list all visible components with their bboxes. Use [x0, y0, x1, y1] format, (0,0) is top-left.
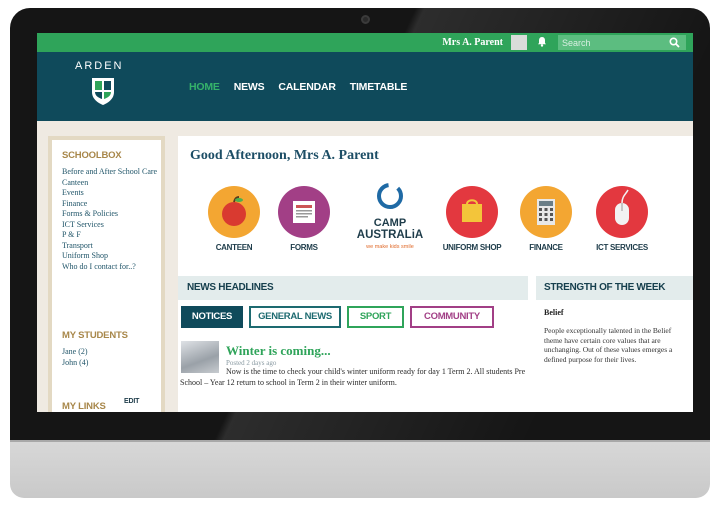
top-bar: Mrs A. Parent [37, 33, 693, 52]
search-icon[interactable] [669, 37, 680, 48]
news-headlines-title: NEWS HEADLINES [187, 282, 274, 293]
apple-icon [208, 186, 260, 238]
sidebar-link-care[interactable]: Before and After School Care [62, 167, 158, 178]
filter-notices[interactable]: NOTICES [181, 306, 243, 328]
nav-timetable[interactable]: TIMETABLE [350, 81, 408, 93]
students-heading: MY STUDENTS [62, 330, 128, 341]
sidebar-link-events[interactable]: Events [62, 188, 158, 199]
greeting-title: Good Afternoon, Mrs A. Parent [190, 148, 379, 163]
main-content: Good Afternoon, Mrs A. Parent CANTEEN FO… [178, 136, 693, 412]
tile-forms[interactable]: FORMS [272, 186, 336, 252]
shopping-bag-icon [446, 186, 498, 238]
strength-title: STRENGTH OF THE WEEK [544, 282, 666, 293]
sidebar-link-contact[interactable]: Who do I contact for..? [62, 262, 158, 273]
svg-text:CAMP: CAMP [374, 217, 406, 229]
monitor-divider [10, 440, 710, 442]
avatar[interactable] [511, 35, 527, 50]
svg-text:AUSTRALiA: AUSTRALiA [357, 229, 423, 241]
main-nav: HOME NEWS CALENDAR TIMETABLE [189, 81, 407, 93]
nav-news[interactable]: NEWS [234, 81, 265, 93]
strength-header: STRENGTH OF THE WEEK [536, 276, 693, 300]
tile-forms-label: FORMS [290, 243, 318, 252]
article-title[interactable]: Winter is coming... [226, 343, 331, 359]
bell-icon[interactable] [536, 36, 548, 49]
nav-calendar[interactable]: CALENDAR [278, 81, 336, 93]
strength-description: People exceptionally talented in the Bel… [544, 326, 673, 364]
tile-canteen[interactable]: CANTEEN [202, 186, 266, 252]
sidebar-link-pf[interactable]: P & F [62, 230, 158, 241]
search-box [558, 35, 686, 50]
tile-camp-australia[interactable]: CAMP AUSTRALiA we make kids smile [350, 182, 430, 259]
tile-canteen-label: CANTEEN [215, 243, 253, 252]
sidebar-link-uniform[interactable]: Uniform Shop [62, 251, 158, 262]
article-body: Now is the time to check your child's wi… [180, 367, 526, 387]
tile-ict-services[interactable]: ICT SERVICES [590, 186, 654, 252]
sidebar-link-finance[interactable]: Finance [62, 199, 158, 210]
user-name[interactable]: Mrs A. Parent [442, 37, 503, 48]
webcam [361, 15, 370, 24]
camp-tagline: we make kids smile [366, 244, 414, 250]
nav-home[interactable]: HOME [189, 81, 220, 93]
student-jane[interactable]: Jane (2) [62, 347, 128, 358]
schoolbox-section: SCHOOLBOX Before and After School Care C… [62, 150, 158, 272]
links-heading: MY LINKS [62, 401, 106, 412]
tile-finance-label: FINANCE [529, 243, 563, 252]
filter-general-news[interactable]: GENERAL NEWS [249, 306, 341, 328]
sidebar-link-canteen[interactable]: Canteen [62, 178, 158, 189]
site-header: ARDEN HOME NEWS CALENDAR TIMETABLE [37, 52, 693, 121]
sidebar-link-ict[interactable]: ICT Services [62, 220, 158, 231]
search-input[interactable] [562, 35, 658, 50]
article-meta: Posted 2 days ago [226, 359, 277, 367]
schoolbox-heading: SCHOOLBOX [62, 150, 122, 161]
strength-name: Belief [544, 308, 564, 317]
news-headlines-header: NEWS HEADLINES [178, 276, 528, 300]
sidebar-link-forms[interactable]: Forms & Policies [62, 209, 158, 220]
tile-uniform-label: UNIFORM SHOP [442, 243, 502, 252]
mouse-icon [596, 186, 648, 238]
school-logo-text[interactable]: ARDEN [75, 60, 124, 72]
browser-screen: Mrs A. Parent ARDEN HOME NEWS CALENDAR T… [37, 33, 693, 412]
students-section: MY STUDENTS Jane (2) John (4) [62, 330, 128, 368]
school-crest-icon[interactable] [90, 76, 116, 106]
monitor-chin [10, 440, 710, 498]
students-list: Jane (2) John (4) [62, 347, 128, 368]
links-edit-button[interactable]: EDIT [124, 398, 139, 405]
calculator-icon [520, 186, 572, 238]
sidebar: SCHOOLBOX Before and After School Care C… [48, 136, 165, 412]
student-john[interactable]: John (4) [62, 358, 128, 369]
schoolbox-links: Before and After School Care Canteen Eve… [62, 167, 158, 272]
links-section: MY LINKS EDIT [62, 396, 152, 412]
sidebar-link-transport[interactable]: Transport [62, 241, 158, 252]
tile-finance[interactable]: FINANCE [514, 186, 578, 252]
tile-uniform-shop[interactable]: UNIFORM SHOP [440, 186, 504, 252]
document-icon [278, 186, 330, 238]
tile-ict-label: ICT SERVICES [596, 243, 648, 252]
filter-community[interactable]: COMMUNITY [410, 306, 494, 328]
filter-sport[interactable]: SPORT [347, 306, 404, 328]
